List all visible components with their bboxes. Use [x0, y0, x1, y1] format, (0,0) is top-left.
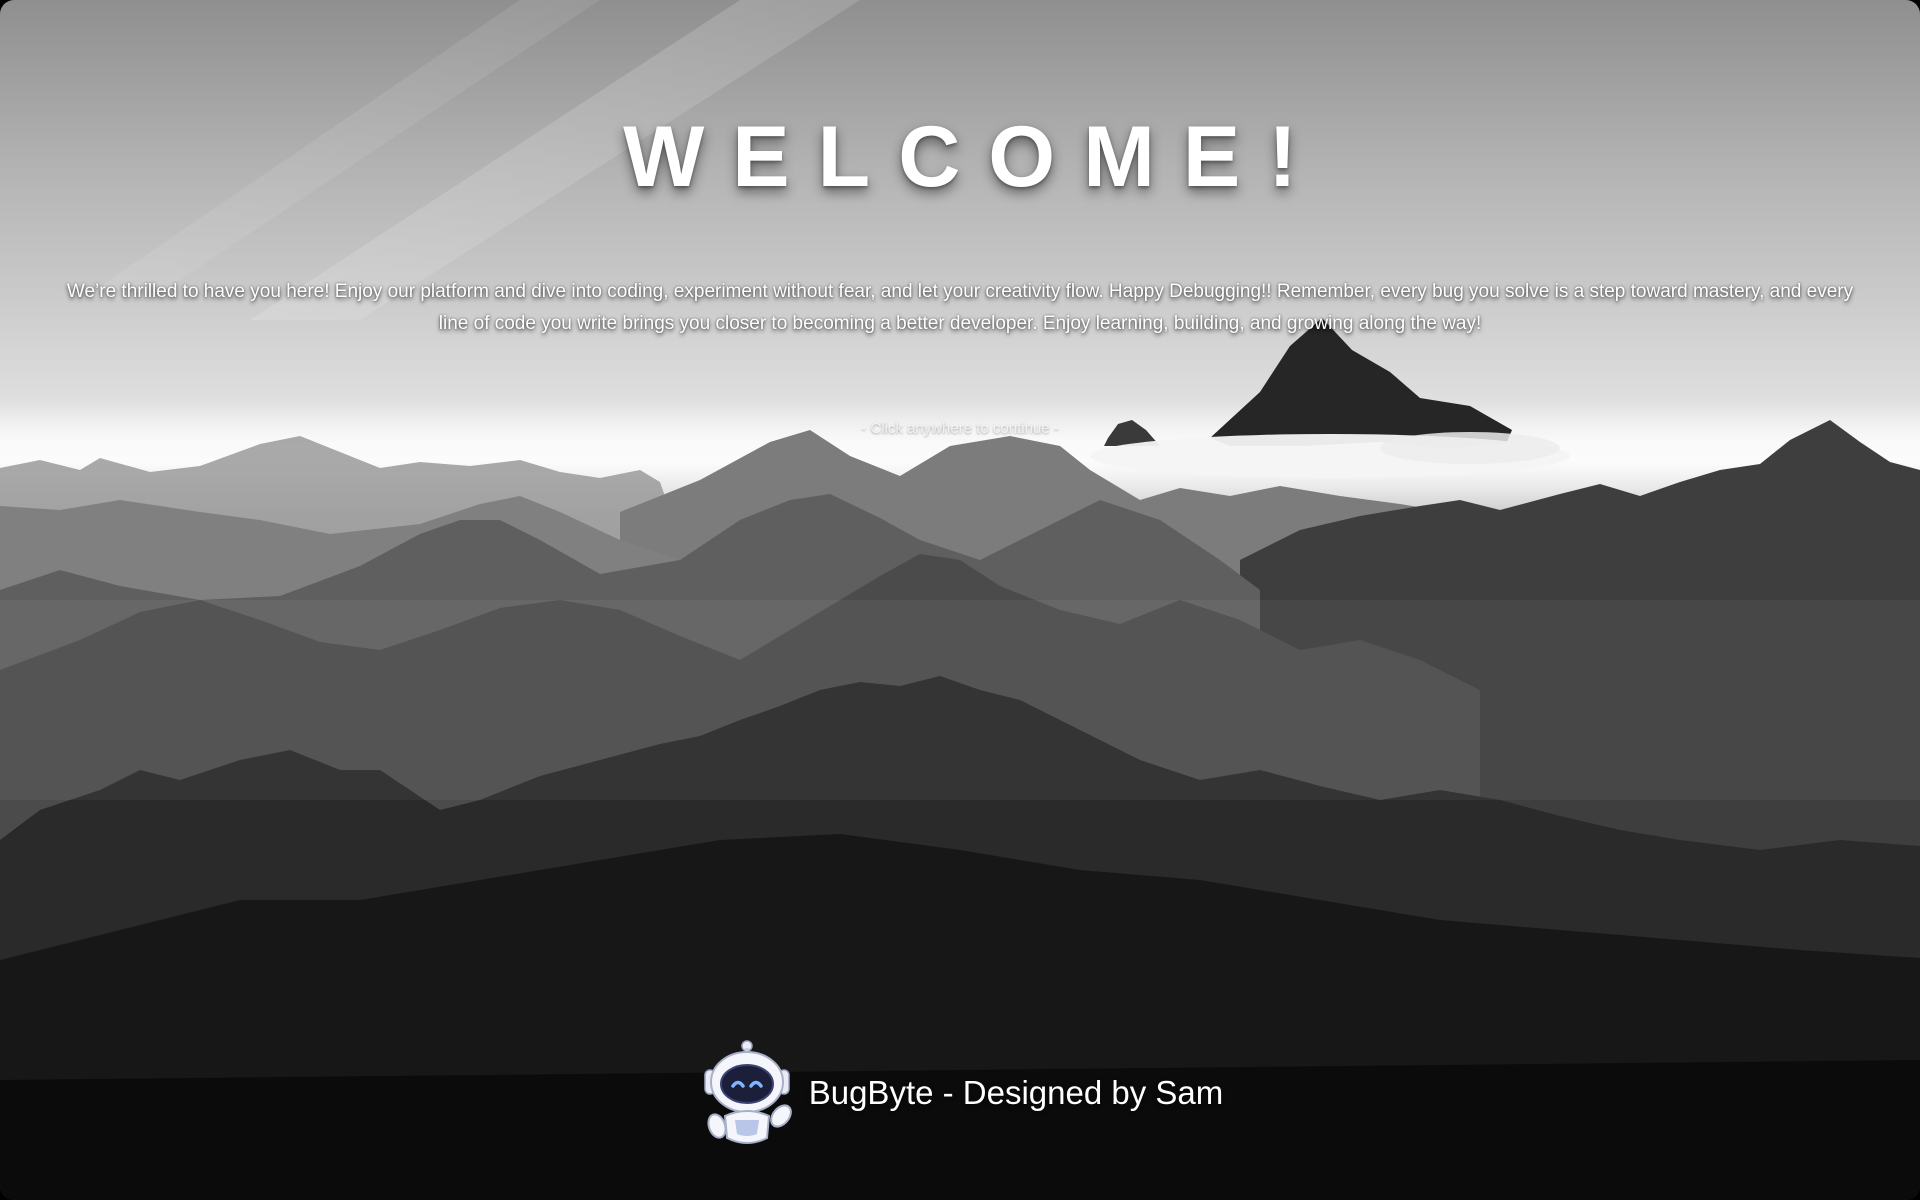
click-to-continue-hint[interactable]: - Click anywhere to continue -	[0, 420, 1920, 437]
welcome-message: We’re thrilled to have you here! Enjoy o…	[66, 281, 1854, 334]
robot-icon	[703, 1040, 792, 1144]
footer: BugByte - Designed by Sam	[0, 1036, 1920, 1150]
welcome-title: WELCOME!	[623, 109, 1325, 205]
welcome-screen[interactable]: WELCOME! We’re thrilled to have you here…	[0, 0, 1920, 1200]
footer-credit: BugByte - Designed by Sam	[808, 1074, 1224, 1111]
